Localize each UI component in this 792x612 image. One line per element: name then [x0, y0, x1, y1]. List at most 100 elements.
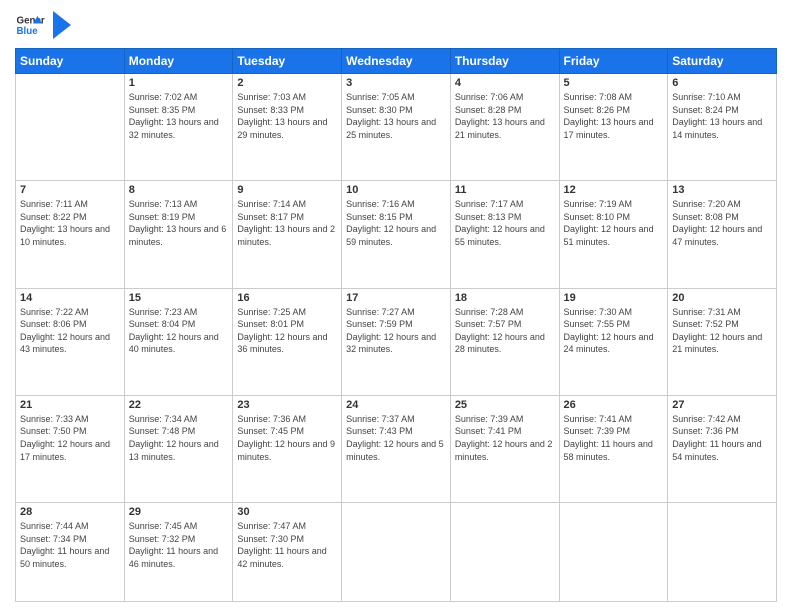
- day-number: 29: [129, 506, 229, 518]
- day-info: Sunrise: 7:02 AMSunset: 8:35 PMDaylight:…: [129, 91, 229, 141]
- day-info: Sunrise: 7:20 AMSunset: 8:08 PMDaylight:…: [672, 198, 772, 248]
- sunrise-text: Sunrise: 7:30 AM: [564, 307, 633, 317]
- daylight-text: Daylight: 12 hours and 28 minutes.: [455, 332, 545, 355]
- sunset-text: Sunset: 7:39 PM: [564, 426, 631, 436]
- day-number: 14: [20, 292, 120, 304]
- sunset-text: Sunset: 8:13 PM: [455, 212, 522, 222]
- daylight-text: Daylight: 13 hours and 25 minutes.: [346, 117, 436, 140]
- sunrise-text: Sunrise: 7:28 AM: [455, 307, 524, 317]
- day-info: Sunrise: 7:31 AMSunset: 7:52 PMDaylight:…: [672, 306, 772, 356]
- calendar-cell: 22 Sunrise: 7:34 AMSunset: 7:48 PMDayligh…: [124, 395, 233, 502]
- sunrise-text: Sunrise: 7:25 AM: [237, 307, 306, 317]
- day-info: Sunrise: 7:30 AM Sunset: 7:55 PM Daylight:…: [564, 306, 664, 356]
- sunset-text: Sunset: 7:41 PM: [455, 426, 522, 436]
- calendar-cell: 3Sunrise: 7:05 AMSunset: 8:30 PMDaylight…: [342, 74, 451, 181]
- sunset-text: Sunset: 8:30 PM: [346, 105, 413, 115]
- sunset-text: Sunset: 8:26 PM: [564, 105, 631, 115]
- day-number: 6: [672, 77, 772, 89]
- day-number: 15: [129, 292, 229, 304]
- sunset-text: Sunset: 8:17 PM: [237, 212, 304, 222]
- sunset-text: Sunset: 8:22 PM: [20, 212, 87, 222]
- header: General Blue: [15, 10, 777, 40]
- sunset-text: Sunset: 8:24 PM: [672, 105, 739, 115]
- calendar-cell: 5Sunrise: 7:08 AMSunset: 8:26 PMDaylight…: [559, 74, 668, 181]
- calendar-cell: 12Sunrise: 7:19 AMSunset: 8:10 PMDayligh…: [559, 181, 668, 288]
- sunset-text: Sunset: 7:34 PM: [20, 534, 87, 544]
- sunrise-text: Sunrise: 7:31 AM: [672, 307, 741, 317]
- daylight-text: Daylight: 12 hours and 9 minutes.: [237, 439, 335, 462]
- day-info: Sunrise: 7:34 AMSunset: 7:48 PMDaylight:…: [129, 413, 229, 463]
- day-number: 28: [20, 506, 120, 518]
- daylight-text: Daylight: 12 hours and 51 minutes.: [564, 224, 654, 247]
- daylight-text: Daylight: 12 hours and 13 minutes.: [129, 439, 219, 462]
- sunrise-text: Sunrise: 7:23 AM: [129, 307, 198, 317]
- sunset-text: Sunset: 8:19 PM: [129, 212, 196, 222]
- day-info: Sunrise: 7:17 AMSunset: 8:13 PMDaylight:…: [455, 198, 555, 248]
- daylight-text: Daylight: 13 hours and 6 minutes.: [129, 224, 227, 247]
- calendar-week-row: 21Sunrise: 7:33 AMSunset: 7:50 PMDayligh…: [16, 395, 777, 502]
- day-number: 22: [129, 399, 229, 411]
- sunrise-text: Sunrise: 7:27 AM: [346, 307, 415, 317]
- weekday-header-row: SundayMondayTuesdayWednesdayThursdayFrid…: [16, 49, 777, 74]
- day-number: 19: [564, 292, 664, 304]
- sunset-text: Sunset: 8:15 PM: [346, 212, 413, 222]
- day-number: 10: [346, 184, 446, 196]
- day-number: 11: [455, 184, 555, 196]
- sunrise-text: Sunrise: 7:41 AM: [564, 414, 633, 424]
- calendar-cell: [450, 503, 559, 602]
- calendar-table: SundayMondayTuesdayWednesdayThursdayFrid…: [15, 48, 777, 602]
- sunrise-text: Sunrise: 7:45 AM: [129, 521, 198, 531]
- day-number: 26: [564, 399, 664, 411]
- weekday-header-sunday: Sunday: [16, 49, 125, 74]
- sunrise-text: Sunrise: 7:03 AM: [237, 92, 306, 102]
- sunset-text: Sunset: 7:45 PM: [237, 426, 304, 436]
- sunrise-text: Sunrise: 7:13 AM: [129, 199, 198, 209]
- sunset-text: Sunset: 7:55 PM: [564, 319, 631, 329]
- day-info: Sunrise: 7:19 AMSunset: 8:10 PMDaylight:…: [564, 198, 664, 248]
- day-number: 2: [237, 77, 337, 89]
- day-info: Sunrise: 7:44 AMSunset: 7:34 PMDaylight:…: [20, 520, 120, 570]
- day-info: Sunrise: 7:03 AMSunset: 8:33 PMDaylight:…: [237, 91, 337, 141]
- day-number: 20: [672, 292, 772, 304]
- sunrise-text: Sunrise: 7:22 AM: [20, 307, 89, 317]
- day-number: 24: [346, 399, 446, 411]
- sunrise-text: Sunrise: 7:42 AM: [672, 414, 741, 424]
- day-number: 25: [455, 399, 555, 411]
- sunset-text: Sunset: 8:06 PM: [20, 319, 87, 329]
- daylight-text: Daylight: 11 hours and 54 minutes.: [672, 439, 761, 462]
- day-info: Sunrise: 7:25 AMSunset: 8:01 PMDaylight:…: [237, 306, 337, 356]
- sunrise-text: Sunrise: 7:36 AM: [237, 414, 306, 424]
- day-number: 17: [346, 292, 446, 304]
- daylight-text: Daylight: 12 hours and 24 minutes.: [564, 332, 654, 355]
- sunset-text: Sunset: 7:32 PM: [129, 534, 196, 544]
- day-info: Sunrise: 7:14 AMSunset: 8:17 PMDaylight:…: [237, 198, 337, 248]
- sunset-text: Sunset: 8:04 PM: [129, 319, 196, 329]
- calendar-cell: 10Sunrise: 7:16 AMSunset: 8:15 PMDayligh…: [342, 181, 451, 288]
- day-number: 9: [237, 184, 337, 196]
- sunset-text: Sunset: 8:35 PM: [129, 105, 196, 115]
- svg-text:Blue: Blue: [17, 26, 39, 37]
- calendar-cell: [16, 74, 125, 181]
- day-info: Sunrise: 7:22 AM Sunset: 8:06 PM Daylight:…: [20, 306, 120, 356]
- sunset-text: Sunset: 8:08 PM: [672, 212, 739, 222]
- calendar-cell: 27Sunrise: 7:42 AMSunset: 7:36 PMDayligh…: [668, 395, 777, 502]
- calendar-week-row: 14 Sunrise: 7:22 AM Sunset: 8:06 PM Dayligh…: [16, 288, 777, 395]
- day-info: Sunrise: 7:27 AMSunset: 7:59 PMDaylight:…: [346, 306, 446, 356]
- logo-icon: General Blue: [15, 10, 45, 40]
- daylight-text: Daylight: 13 hours and 10 minutes.: [20, 224, 110, 247]
- sunset-text: Sunset: 7:57 PM: [455, 319, 522, 329]
- day-info: Sunrise: 7:41 AMSunset: 7:39 PMDaylight:…: [564, 413, 664, 463]
- day-number: 16: [237, 292, 337, 304]
- sunrise-text: Sunrise: 7:37 AM: [346, 414, 415, 424]
- daylight-text: Daylight: 12 hours and 43 minutes.: [20, 332, 110, 355]
- day-info: Sunrise: 7:36 AM Sunset: 7:45 PM Daylight:…: [237, 413, 337, 463]
- day-info: Sunrise: 7:13 AM Sunset: 8:19 PM Daylight:…: [129, 198, 229, 248]
- daylight-text: Daylight: 13 hours and 14 minutes.: [672, 117, 762, 140]
- sunset-text: Sunset: 8:28 PM: [455, 105, 522, 115]
- daylight-text: Daylight: 11 hours and 50 minutes.: [20, 546, 109, 569]
- calendar-cell: 7Sunrise: 7:11 AMSunset: 8:22 PMDaylight…: [16, 181, 125, 288]
- weekday-header-thursday: Thursday: [450, 49, 559, 74]
- sunrise-text: Sunrise: 7:14 AM: [237, 199, 306, 209]
- weekday-header-monday: Monday: [124, 49, 233, 74]
- sunset-text: Sunset: 8:10 PM: [564, 212, 631, 222]
